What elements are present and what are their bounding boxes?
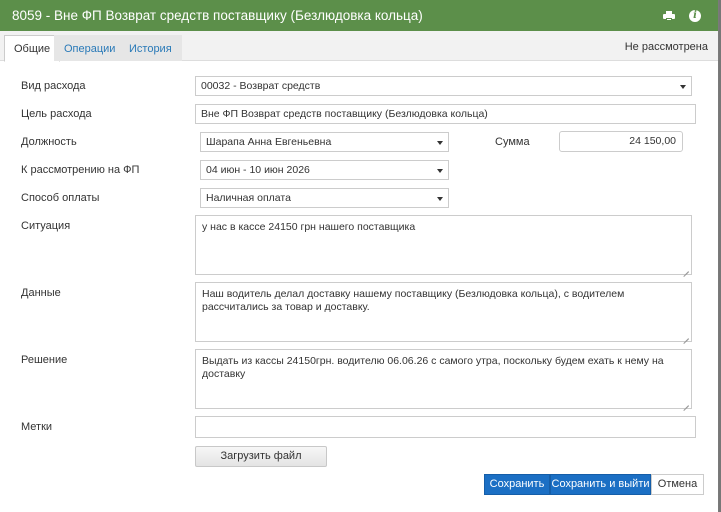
save-and-exit-button[interactable]: Сохранить и выйти [550,474,651,495]
title-bar: 8059 - Вне ФП Возврат средств поставщику… [0,0,718,31]
tab-general[interactable]: Общие [4,35,61,62]
data-text: Наш водитель делал доставку нашему поста… [202,288,625,313]
info-icon[interactable]: i [684,0,706,31]
decision-textarea[interactable]: Выдать из кассы 24150грн. водителю 06.06… [195,349,692,409]
chevron-down-icon [437,141,443,145]
review-period-select[interactable]: 04 июн - 10 июн 2026 [200,160,449,180]
amount-label: Сумма [495,136,530,148]
expense-type-select[interactable]: 00032 - Возврат средств [195,76,692,96]
window-title: 8059 - Вне ФП Возврат средств поставщику… [12,8,423,23]
resize-grip-icon[interactable] [682,265,689,272]
position-value: Шарапа Анна Евгеньевна [206,136,332,148]
payment-method-select[interactable]: Наличная оплата [200,188,449,208]
position-label: Должность [21,136,77,148]
cancel-button[interactable]: Отмена [651,474,704,495]
data-label: Данные [21,287,61,299]
tags-input[interactable] [195,416,696,438]
situation-text: у нас в кассе 24150 грн нашего поставщик… [202,221,416,233]
review-period-value: 04 июн - 10 июн 2026 [206,164,310,176]
expense-purpose-label: Цель расхода [21,108,92,120]
status-text: Не рассмотрена [624,41,708,53]
dialog-window: 8059 - Вне ФП Возврат средств поставщику… [0,0,719,512]
payment-method-value: Наличная оплата [206,192,291,204]
expense-type-label: Вид расхода [21,80,86,92]
chevron-down-icon [437,197,443,201]
save-button[interactable]: Сохранить [484,474,550,495]
tab-history[interactable]: История [119,35,182,61]
amount-input[interactable]: 24 150,00 [559,131,683,152]
review-period-label: К рассмотрению на ФП [21,164,140,176]
tab-operations[interactable]: Операции [54,35,126,61]
position-select[interactable]: Шарапа Анна Евгеньевна [200,132,449,152]
situation-label: Ситуация [21,220,71,232]
decision-text: Выдать из кассы 24150грн. водителю 06.06… [202,355,664,380]
expense-purpose-input[interactable]: Вне ФП Возврат средств поставщику (Безлю… [195,104,696,124]
tags-label: Метки [21,421,53,433]
payment-method-label: Способ оплаты [21,192,100,204]
resize-grip-icon[interactable] [682,399,689,406]
expense-type-value: 00032 - Возврат средств [201,80,321,92]
resize-grip-icon[interactable] [682,332,689,339]
chevron-down-icon [680,85,686,89]
data-textarea[interactable]: Наш водитель делал доставку нашему поста… [195,282,692,342]
upload-file-button[interactable]: Загрузить файл [195,446,327,467]
chevron-down-icon [437,169,443,173]
decision-label: Решение [21,354,68,366]
printer-icon[interactable] [658,0,680,31]
situation-textarea[interactable]: у нас в кассе 24150 грн нашего поставщик… [195,215,692,275]
tab-bar: Общие Операции История Не рассмотрена [0,31,718,62]
